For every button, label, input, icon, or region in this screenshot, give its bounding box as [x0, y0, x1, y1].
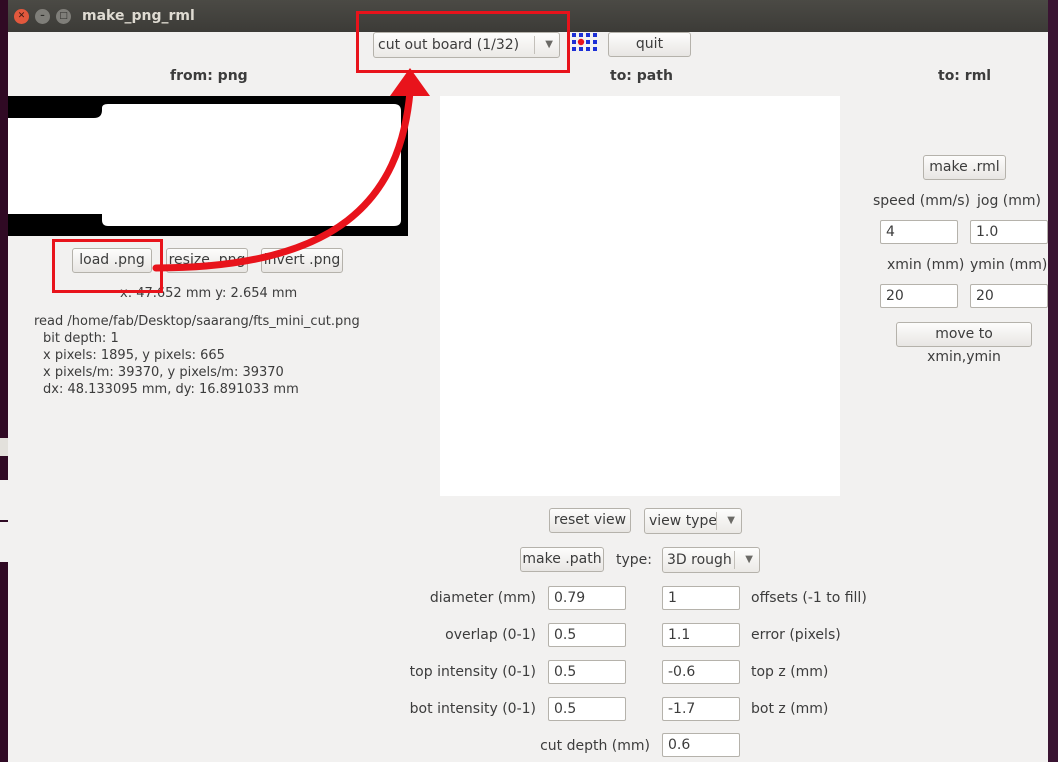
annotation-arrow — [152, 68, 430, 272]
background-desktop-strip — [1048, 0, 1058, 762]
app-window: ✕ – □ make_png_rml cut out board (1/32) … — [8, 0, 1048, 762]
